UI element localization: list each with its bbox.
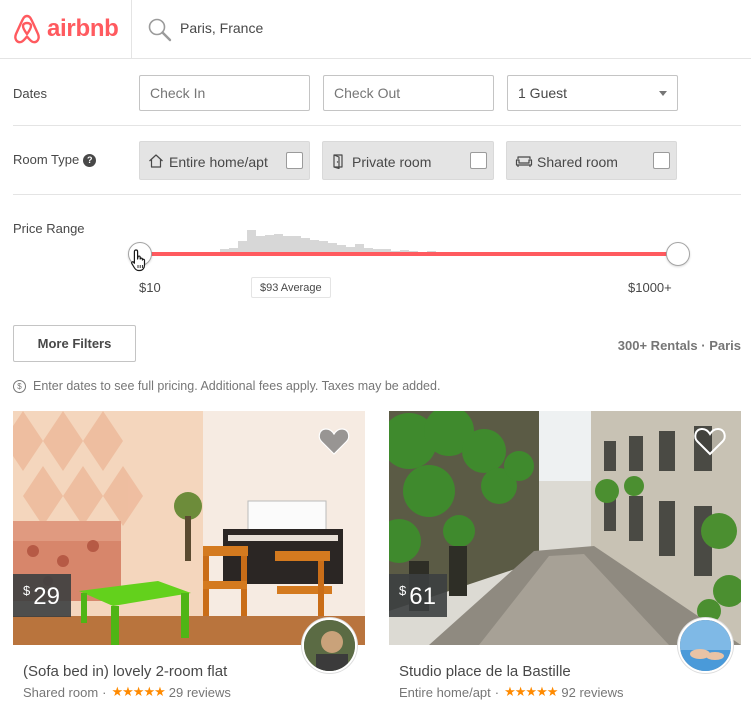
host-avatar[interactable] — [302, 618, 357, 673]
house-icon — [149, 154, 163, 168]
listing-price: 29 — [33, 583, 60, 610]
shared-room-checkbox[interactable] — [653, 152, 670, 169]
room-type-shared-room[interactable]: Shared room — [506, 141, 677, 180]
help-icon[interactable]: ? — [83, 154, 97, 167]
room-type-label: Room Type? — [13, 152, 97, 167]
meta-separator: · — [102, 684, 107, 700]
check-out-input[interactable]: Check Out — [323, 75, 494, 111]
price-min-label: $10 — [139, 280, 161, 295]
heart-icon[interactable] — [317, 425, 351, 457]
rentals-count: 300+ Rentals · Paris — [617, 338, 741, 353]
room-type-label-private: Private room — [352, 154, 432, 170]
location-search-input[interactable]: Paris, France — [180, 20, 263, 36]
host-avatar[interactable] — [678, 618, 733, 673]
check-in-input[interactable]: Check In — [139, 75, 310, 111]
guests-select[interactable]: 1 Guest — [507, 75, 678, 111]
listing-meta: Shared room · ★★★★★ 29 reviews — [23, 684, 231, 700]
divider — [13, 125, 741, 126]
sofa-icon — [515, 156, 533, 167]
heart-icon[interactable] — [693, 425, 727, 457]
host-photo — [304, 620, 355, 671]
airbnb-belo-icon — [14, 14, 40, 44]
price-histogram — [211, 230, 490, 255]
review-count: 92 reviews — [561, 684, 624, 700]
private-room-checkbox[interactable] — [470, 152, 487, 169]
caret-down-icon — [659, 91, 667, 96]
dates-label: Dates — [13, 86, 47, 101]
room-type-entire-home[interactable]: Entire home/apt — [139, 141, 310, 180]
currency-symbol: $ — [399, 583, 407, 598]
spacer — [13, 309, 741, 310]
listing-price-tag: $ 29 — [13, 574, 71, 617]
listing-meta: Entire home/apt · ★★★★★ 92 reviews — [399, 684, 624, 700]
price-max-label: $1000+ — [628, 280, 672, 295]
listing-price-tag: $ 61 — [389, 574, 447, 617]
more-filters-button[interactable]: More Filters — [13, 325, 136, 362]
entire-home-checkbox[interactable] — [286, 152, 303, 169]
header-divider — [131, 0, 132, 59]
brand-name: airbnb — [47, 15, 119, 42]
room-type-label-text: Room Type — [13, 152, 80, 167]
top-header: airbnb Paris, France — [0, 0, 751, 59]
review-count: 29 reviews — [168, 684, 231, 700]
listing-room-type: Entire home/apt — [399, 684, 491, 700]
dollar-icon: $ — [13, 379, 26, 393]
listing-price: 61 — [409, 583, 436, 610]
hand-cursor-icon — [131, 249, 146, 272]
host-photo — [680, 620, 731, 671]
price-slider-track[interactable] — [140, 252, 678, 256]
airbnb-logo[interactable]: airbnb — [12, 11, 119, 47]
divider — [13, 194, 741, 195]
pricing-notice: $ Enter dates to see full pricing. Addit… — [13, 379, 440, 393]
room-type-label-entire: Entire home/apt — [169, 154, 268, 170]
listing-title[interactable]: (Sofa bed in) lovely 2-room flat — [23, 663, 227, 680]
door-icon — [333, 154, 343, 169]
price-range-label: Price Range — [13, 221, 85, 236]
star-rating: ★★★★★ — [111, 684, 166, 699]
guests-select-value: 1 Guest — [518, 85, 568, 101]
room-type-private-room[interactable]: Private room — [322, 141, 494, 180]
price-average-badge: $93 Average — [251, 277, 331, 298]
meta-separator: · — [494, 684, 500, 700]
pricing-notice-text: Enter dates to see full pricing. Additio… — [33, 379, 441, 393]
listing-title[interactable]: Studio place de la Bastille — [399, 663, 571, 680]
room-type-label-shared: Shared room — [537, 154, 618, 170]
star-rating: ★★★★★ — [504, 684, 558, 699]
listing-room-type: Shared room — [23, 684, 99, 700]
price-max-handle[interactable] — [666, 242, 690, 266]
search-icon — [148, 18, 172, 42]
currency-symbol: $ — [23, 583, 31, 598]
